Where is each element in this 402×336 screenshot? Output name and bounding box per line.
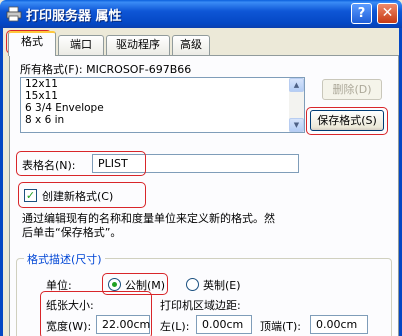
english-label: 英制(E) (203, 279, 241, 292)
highlight-create-new (18, 182, 146, 208)
highlight-save (306, 107, 388, 135)
highlight-form-name (16, 151, 146, 176)
close-button[interactable]: ✕ (377, 3, 398, 24)
margin-label: 打印机区域边距: (160, 299, 241, 312)
top-margin-input[interactable]: 0.00cm (310, 315, 368, 334)
formats-listbox[interactable]: 12x11 15x11 6 3/4 Envelope 8 x 6 in ▲ ▼ (20, 77, 305, 133)
help-button[interactable]: ? (351, 3, 372, 24)
list-item[interactable]: 12x11 (21, 78, 304, 90)
list-item[interactable]: 15x11 (21, 90, 304, 102)
formats-label: 所有格式(F): MICROSOF-697B66 (20, 63, 192, 76)
list-item[interactable]: 6 3/4 Envelope (21, 102, 304, 114)
top-margin-label: 顶端(T): (260, 320, 302, 333)
description-line2: 后单击“保存格式”。 (22, 226, 122, 239)
scroll-up-icon[interactable]: ▲ (289, 78, 304, 92)
printer-icon (6, 6, 22, 22)
tab-ports[interactable]: 端口 (58, 35, 104, 55)
scroll-down-icon[interactable]: ▼ (289, 118, 304, 132)
delete-button[interactable]: 删除(D) (322, 79, 382, 100)
left-margin-label: 左(L): (160, 320, 190, 333)
english-radio[interactable] (186, 278, 199, 291)
list-scrollbar[interactable]: ▲ ▼ (289, 78, 304, 132)
tab-advanced[interactable]: 高级 (172, 35, 210, 55)
left-margin-input[interactable]: 0.00cm (196, 315, 252, 334)
window-title: 打印服务器 属性 (26, 9, 122, 24)
tab-drivers[interactable]: 驱动程序 (106, 35, 170, 55)
list-item[interactable]: 8 x 6 in (21, 114, 304, 126)
tab-format[interactable]: 格式 (8, 31, 56, 56)
group-title: 格式描述(尺寸) (24, 251, 105, 267)
highlight-paper-size (40, 291, 152, 336)
title-bar: 打印服务器 属性 ? ✕ (0, 0, 402, 28)
